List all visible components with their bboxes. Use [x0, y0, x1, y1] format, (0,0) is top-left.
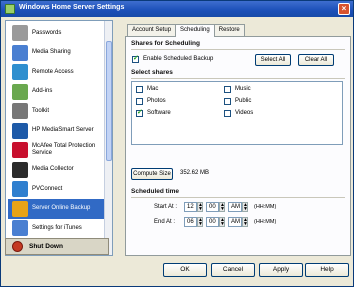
sidebar-item-remote-access[interactable]: Remote Access [8, 62, 104, 82]
online-backup-icon [12, 200, 28, 217]
window-title: Windows Home Server Settings [19, 4, 125, 11]
sidebar-item-label: PVConnect [32, 185, 63, 192]
tab-account-setup[interactable]: Account Setup [127, 24, 177, 36]
settings-sidebar: Passwords Media Sharing Remote Access Add-i… [5, 20, 113, 256]
share-label-mac: Mac [147, 86, 159, 92]
start-time-format: (HH:MM) [254, 204, 277, 210]
title-bar[interactable]: Windows Home Server Settings × [1, 1, 353, 17]
pvconnect-icon [12, 181, 28, 197]
sidebar-item-label: Media Sharing [32, 49, 71, 55]
settings-window: Windows Home Server Settings × Passwords… [0, 0, 354, 287]
enable-scheduled-backup-label: Enable Scheduled Backup [143, 56, 214, 62]
shut-down-label: Shut Down [29, 243, 63, 250]
sidebar-item-label: Remote Access [32, 68, 74, 75]
start-at-label: Start At : [154, 204, 178, 210]
sidebar-item-label: Toolkit [32, 107, 50, 114]
addins-icon [12, 83, 28, 100]
sidebar-item-label: Passwords [32, 29, 62, 36]
start-hour-field[interactable]: 12 [184, 202, 197, 212]
start-hour-spinner[interactable]: ▲ ▼ [197, 202, 203, 212]
start-minute-spinner[interactable]: ▲ ▼ [219, 202, 225, 212]
share-label-software: Software [147, 110, 171, 116]
end-at-label: End At : [154, 219, 176, 225]
share-label-photos: Photos [147, 98, 166, 104]
tab-restore[interactable]: Restore [213, 24, 245, 36]
help-button[interactable]: Help [305, 263, 349, 277]
divider [131, 197, 345, 198]
end-minute-spinner[interactable]: ▲ ▼ [219, 217, 225, 227]
end-minute-field[interactable]: 00 [206, 217, 219, 227]
end-hour-field[interactable]: 06 [184, 217, 197, 227]
compute-size-button[interactable]: Compute Size [131, 168, 173, 180]
sidebar-scrollbar[interactable] [104, 21, 112, 255]
divider [131, 78, 345, 79]
close-button[interactable]: × [338, 3, 350, 15]
sidebar-item-hp-mediasmart-server[interactable]: HP MediaSmart Server [8, 121, 104, 141]
sidebar-item-label: McAfee Total Protection Service [32, 143, 96, 156]
share-label-public: Public [235, 98, 252, 104]
tab-scheduling[interactable]: Scheduling [175, 24, 215, 37]
key-icon [12, 25, 28, 41]
power-icon [12, 241, 23, 252]
select-all-button[interactable]: Select All [255, 54, 291, 66]
sidebar-item-passwords[interactable]: Passwords [8, 23, 104, 43]
sidebar-item-pvconnect[interactable]: PVConnect [8, 179, 104, 199]
globe-icon [12, 64, 28, 80]
apply-button[interactable]: Apply [259, 263, 303, 277]
media-collector-icon [12, 161, 28, 178]
start-minute-field[interactable]: 00 [206, 202, 219, 212]
tab-strip: Account Setup Scheduling Restore [127, 24, 245, 37]
scrollbar-thumb[interactable] [106, 41, 112, 161]
home-server-icon [5, 4, 15, 14]
sidebar-item-server-online-backup[interactable]: Server Online Backup [8, 198, 104, 219]
sidebar-item-label: Media Collector [32, 166, 74, 172]
share-checkbox-software[interactable] [136, 108, 143, 117]
enable-scheduled-backup-checkbox[interactable] [132, 54, 139, 63]
share-checkbox-mac[interactable] [136, 86, 143, 93]
media-sharing-icon [12, 44, 28, 61]
share-checkbox-music[interactable] [224, 86, 231, 93]
scheduled-time-title: Scheduled time [131, 188, 180, 195]
cancel-button[interactable]: Cancel [211, 263, 255, 277]
sidebar-item-label: Settings for iTunes [32, 224, 82, 231]
itunes-icon [12, 220, 28, 236]
sidebar-item-add-ins[interactable]: Add-ins [8, 82, 104, 102]
sidebar-item-media-sharing[interactable]: Media Sharing [8, 43, 104, 63]
computed-size-value: 352.62 MB [180, 170, 210, 176]
sidebar-item-settings-for-itunes[interactable]: Settings for iTunes [8, 218, 104, 238]
shares-list: Mac Music Photos Public Software Videos [131, 81, 343, 145]
mcafee-icon [12, 142, 28, 158]
shares-for-scheduling-title: Shares for Scheduling [131, 40, 200, 47]
ok-button[interactable]: OK [163, 263, 207, 277]
sidebar-item-mcafee-total-protection-service[interactable]: McAfee Total Protection Service [8, 140, 104, 160]
clear-all-button[interactable]: Clear All [298, 54, 334, 66]
scheduling-panel: Shares for Scheduling Enable Scheduled B… [125, 36, 351, 256]
share-checkbox-public[interactable] [224, 98, 231, 105]
sidebar-item-label: Server Online Backup [32, 205, 91, 211]
end-time-format: (HH:MM) [254, 219, 277, 225]
share-checkbox-photos[interactable] [136, 98, 143, 105]
start-ampm-spinner[interactable]: ▲ ▼ [242, 202, 248, 212]
shut-down-button[interactable]: Shut Down [5, 238, 109, 255]
end-ampm-spinner[interactable]: ▲ ▼ [242, 217, 248, 227]
sidebar-item-media-collector[interactable]: Media Collector [8, 160, 104, 180]
share-label-videos: Videos [235, 110, 254, 116]
share-label-music: Music [235, 86, 251, 92]
sidebar-item-label: Add-ins [32, 88, 53, 94]
start-ampm-field[interactable]: AM [228, 202, 242, 212]
share-checkbox-videos[interactable] [224, 110, 231, 117]
divider [131, 49, 345, 50]
hp-logo-icon [12, 122, 28, 139]
end-ampm-field[interactable]: AM [228, 217, 242, 227]
sidebar-item-label: HP MediaSmart Server [32, 127, 94, 133]
end-hour-spinner[interactable]: ▲ ▼ [197, 217, 203, 227]
select-shares-title: Select shares [131, 69, 173, 76]
toolkit-icon [12, 103, 28, 119]
sidebar-item-toolkit[interactable]: Toolkit [8, 101, 104, 121]
